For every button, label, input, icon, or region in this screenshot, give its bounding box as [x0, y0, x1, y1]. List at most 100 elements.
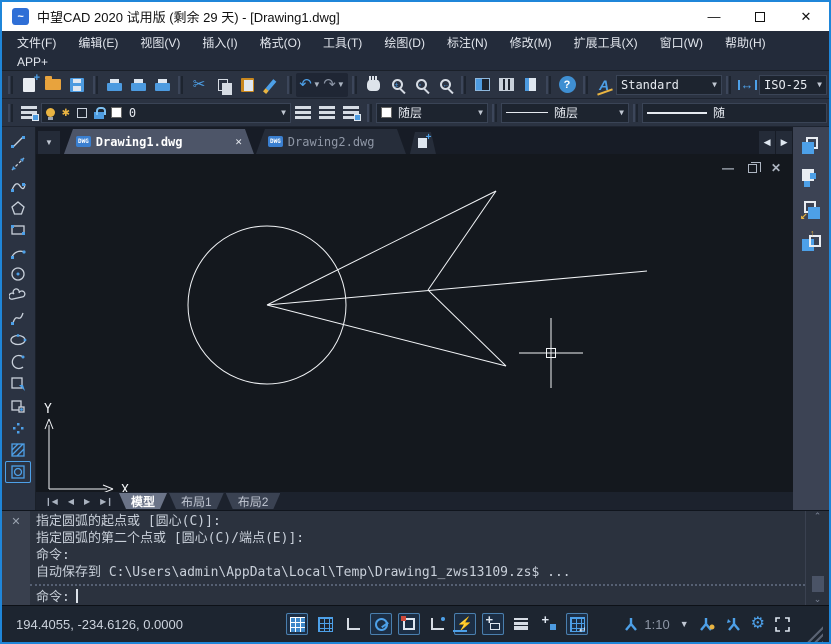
lineweight-combo[interactable]: 随: [642, 103, 827, 123]
annotation-visibility-button[interactable]: [699, 616, 715, 632]
spline-tool[interactable]: [5, 307, 31, 329]
text-style-button[interactable]: A: [592, 73, 616, 97]
toolbar-grip[interactable]: [8, 76, 13, 94]
menu-item[interactable]: 工具(T): [312, 31, 373, 54]
menu-item[interactable]: 窗口(W): [649, 31, 714, 54]
layer-manager-button[interactable]: [17, 101, 41, 125]
document-tab[interactable]: DWG Drawing1.dwg ✕: [64, 129, 254, 154]
dynamic-input-toggle[interactable]: [482, 613, 504, 635]
move-under-button[interactable]: ↙: [800, 201, 822, 221]
command-panel-close-icon[interactable]: ✕: [11, 515, 20, 605]
menu-item[interactable]: 编辑(E): [67, 31, 129, 54]
layer-combo[interactable]: ✱ 0 ▼: [41, 103, 291, 123]
linetype-combo[interactable]: 随层 ▼: [501, 103, 629, 123]
tab-list-dropdown[interactable]: ▼: [38, 131, 60, 154]
settings-button[interactable]: ⚙: [751, 615, 765, 633]
ellipse-tool[interactable]: [5, 329, 31, 351]
circle-tool[interactable]: [5, 263, 31, 285]
save-button[interactable]: [65, 73, 89, 97]
menu-item[interactable]: 扩展工具(X): [563, 31, 649, 54]
cut-button[interactable]: ✂: [187, 73, 211, 97]
lineweight-display-toggle[interactable]: [510, 613, 532, 635]
tab-close-icon[interactable]: ✕: [221, 135, 242, 148]
layout-tab[interactable]: 布局2: [226, 493, 281, 509]
ellipse-arc-tool[interactable]: [5, 351, 31, 373]
zoom-previous-button[interactable]: ←: [433, 73, 457, 97]
quick-properties-toggle[interactable]: [538, 613, 560, 635]
menu-item[interactable]: 插入(I): [191, 31, 248, 54]
menu-item[interactable]: 标注(N): [436, 31, 499, 54]
paste-button[interactable]: [235, 73, 259, 97]
polygon-tool[interactable]: [5, 197, 31, 219]
new-file-button[interactable]: [17, 73, 41, 97]
arc-tool[interactable]: [5, 241, 31, 263]
move-over-button[interactable]: ↑: [800, 233, 822, 253]
app-plus-menu[interactable]: APP+: [17, 55, 48, 69]
layer-freeze-icon[interactable]: ✱: [62, 106, 70, 119]
tab-scroll-left-button[interactable]: ◀: [759, 131, 775, 154]
window-minimize-button[interactable]: —: [691, 2, 737, 31]
copy-button[interactable]: [211, 73, 235, 97]
pan-button[interactable]: [361, 73, 385, 97]
polyline-tool[interactable]: [5, 175, 31, 197]
resize-grip[interactable]: [806, 625, 823, 642]
menu-item[interactable]: 文件(F): [6, 31, 67, 54]
auto-annotation-button[interactable]: [725, 616, 741, 632]
layer-vp-freeze-icon[interactable]: [77, 108, 87, 118]
zoom-window-button[interactable]: ▫: [409, 73, 433, 97]
zoom-realtime-button[interactable]: ±: [385, 73, 409, 97]
line-tool[interactable]: [5, 131, 31, 153]
tab-scroll-right-button[interactable]: ▶: [776, 131, 792, 154]
fullscreen-button[interactable]: [775, 617, 790, 632]
scroll-down-icon[interactable]: ⌄: [814, 594, 822, 605]
viewport-toggle[interactable]: [566, 613, 588, 635]
scrollbar-thumb[interactable]: [812, 576, 824, 592]
color-combo[interactable]: 随层 ▼: [376, 103, 488, 123]
polar-toggle[interactable]: [370, 613, 392, 635]
layer-lock-icon[interactable]: [94, 112, 104, 119]
ortho-toggle[interactable]: [342, 613, 364, 635]
doc-restore-icon[interactable]: [748, 164, 757, 173]
last-layout-button[interactable]: ▶❙: [95, 497, 118, 506]
hatch-tool[interactable]: [5, 439, 31, 461]
layer-states-button[interactable]: [291, 101, 315, 125]
dim-style-combo[interactable]: ISO-25 ▼: [759, 75, 827, 95]
grid-toggle[interactable]: [286, 613, 308, 635]
prev-layout-button[interactable]: ◀: [63, 497, 79, 506]
menu-item[interactable]: 绘图(D): [373, 31, 436, 54]
layer-previous-button[interactable]: [315, 101, 339, 125]
insert-block-tool[interactable]: [5, 373, 31, 395]
scale-dropdown-icon[interactable]: ▼: [680, 619, 689, 629]
open-file-button[interactable]: [41, 73, 65, 97]
draworder-front-button[interactable]: [800, 137, 822, 157]
help-button[interactable]: ?: [555, 73, 579, 97]
match-properties-button[interactable]: [259, 73, 283, 97]
undo-dropdown-icon[interactable]: ▼: [313, 80, 321, 89]
layer-on-icon[interactable]: [46, 108, 55, 117]
tool-palettes-button[interactable]: [494, 73, 518, 97]
menu-item[interactable]: 修改(M): [499, 31, 563, 54]
scroll-up-icon[interactable]: ⌃: [814, 511, 822, 522]
layer-color-swatch[interactable]: [111, 107, 122, 118]
region-tool[interactable]: [5, 461, 31, 483]
doc-minimize-icon[interactable]: —: [722, 161, 734, 175]
object-track-toggle[interactable]: [426, 613, 448, 635]
window-maximize-button[interactable]: [737, 2, 783, 31]
plot-export-button[interactable]: [150, 73, 174, 97]
make-block-tool[interactable]: [5, 395, 31, 417]
annotation-scale-button[interactable]: 1:10: [623, 616, 669, 632]
text-style-combo[interactable]: Standard ▼: [616, 75, 722, 95]
dynamic-ucs-toggle[interactable]: ⚡: [454, 613, 476, 635]
undo-button[interactable]: ↶▼: [298, 73, 322, 97]
menu-item[interactable]: 视图(V): [129, 31, 191, 54]
rectangle-tool[interactable]: [5, 219, 31, 241]
properties-button[interactable]: [470, 73, 494, 97]
redo-dropdown-icon[interactable]: ▼: [337, 80, 345, 89]
print-button[interactable]: [102, 73, 126, 97]
doc-close-icon[interactable]: ✕: [771, 161, 781, 175]
new-tab-button[interactable]: [410, 132, 436, 154]
window-close-button[interactable]: ✕: [783, 2, 829, 31]
command-scrollbar[interactable]: ⌃ ⌄: [805, 511, 829, 605]
document-tab[interactable]: DWG Drawing2.dwg ✕: [256, 129, 406, 154]
construction-line-tool[interactable]: [5, 153, 31, 175]
